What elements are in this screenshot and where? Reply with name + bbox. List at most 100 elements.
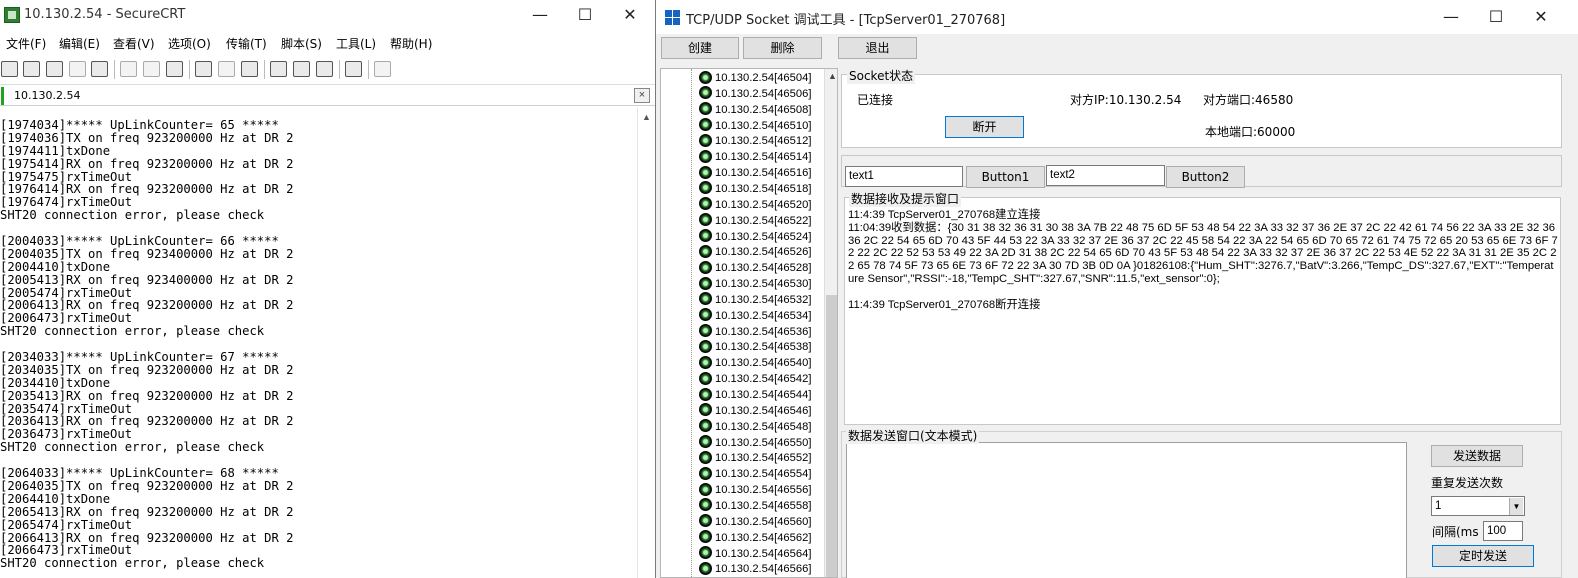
connection-node-icon [699,450,712,464]
disconnect-button[interactable]: 断开 [945,116,1024,138]
tree-connection-item[interactable]: 10.130.2.54[46546] [699,403,811,419]
print-icon[interactable] [241,61,258,77]
tree-connection-item[interactable]: 10.130.2.54[46566] [699,561,811,577]
button2[interactable]: Button2 [1166,166,1245,188]
tree-connection-item[interactable]: 10.130.2.54[46528] [699,260,811,276]
tree-connection-item[interactable]: 10.130.2.54[46508] [699,102,811,118]
terminal-output[interactable]: [1974034]***** UpLinkCounter= 65 ***** [1… [0,108,637,578]
copy-icon[interactable] [120,61,137,77]
tree-connection-item[interactable]: 10.130.2.54[46538] [699,339,811,355]
help-icon[interactable] [345,61,362,77]
menu-view[interactable]: 查看(V) [113,35,155,52]
tree-connection-item[interactable]: 10.130.2.54[46514] [699,149,811,165]
tree-scrollbar[interactable]: ▲ [824,69,837,577]
scrollbar-thumb[interactable] [826,295,837,577]
key-icon[interactable] [316,61,333,77]
tree-connection-item[interactable]: 10.130.2.54[46532] [699,292,811,308]
tree-connection-item[interactable]: 10.130.2.54[46544] [699,387,811,403]
minimize-icon[interactable]: — [529,4,551,26]
menu-file[interactable]: 文件(F) [6,35,46,52]
minimize-icon[interactable]: — [1440,6,1462,28]
tree-connection-item[interactable]: 10.130.2.54[46520] [699,197,811,213]
tree-connection-item[interactable]: 10.130.2.54[46526] [699,244,811,260]
tree-connection-item[interactable]: 10.130.2.54[46562] [699,530,811,546]
print-selection-icon[interactable] [218,61,235,77]
session-tab[interactable]: 10.130.2.54 [1,87,88,105]
receive-window-legend: 数据接收及提示窗口 [849,190,962,207]
connect-tab-icon[interactable] [46,61,63,77]
tree-connection-item[interactable]: 10.130.2.54[46536] [699,324,811,340]
tree-connection-item[interactable]: 10.130.2.54[46522] [699,213,811,229]
terminal-line: [1974411]txDone [0,143,111,158]
quick-connect-icon[interactable] [23,61,40,77]
terminal-scrollbar[interactable]: ▲ [637,108,655,578]
session-options-icon[interactable] [270,61,287,77]
menu-tools[interactable]: 工具(L) [336,35,376,52]
tree-connection-item[interactable]: 10.130.2.54[46516] [699,165,811,181]
chevron-down-icon[interactable]: ▼ [1509,498,1523,515]
menu-transfer[interactable]: 传输(T) [226,35,267,52]
connect-icon[interactable] [1,61,18,77]
global-options-icon[interactable] [293,61,310,77]
tree-connection-item[interactable]: 10.130.2.54[46564] [699,546,811,562]
tree-connection-item[interactable]: 10.130.2.54[46552] [699,450,811,466]
paste-icon[interactable] [143,61,160,77]
tree-connection-item[interactable]: 10.130.2.54[46540] [699,355,811,371]
tree-item-label: 10.130.2.54[46556] [715,484,812,497]
delete-button[interactable]: 删除 [743,37,822,59]
maximize-icon[interactable]: ☐ [1485,6,1507,28]
find-icon[interactable] [166,61,183,77]
tree-connection-item[interactable]: 10.130.2.54[46548] [699,419,811,435]
tree-connection-item[interactable]: 10.130.2.54[46554] [699,466,811,482]
send-data-button[interactable]: 发送数据 [1431,445,1523,467]
text2-input[interactable]: text2 [1046,165,1165,186]
tree-connection-item[interactable]: 10.130.2.54[46504] [699,70,811,86]
tree-connection-item[interactable]: 10.130.2.54[46518] [699,181,811,197]
connection-node-icon [699,102,712,116]
text1-input[interactable]: text1 [845,166,963,187]
repeat-count-select[interactable]: 1 ▼ [1431,496,1525,516]
tab-close-icon[interactable]: × [634,88,650,103]
tree-connection-item[interactable]: 10.130.2.54[46550] [699,435,811,451]
menu-script[interactable]: 脚本(S) [281,35,322,52]
receive-window[interactable]: 11:4:39 TcpServer01_270768建立连接 11:04:39收到… [844,197,1561,425]
tree-connection-item[interactable]: 10.130.2.54[46560] [699,514,811,530]
menu-options[interactable]: 选项(O) [168,35,211,52]
tree-connection-item[interactable]: 10.130.2.54[46506] [699,86,811,102]
tree-connection-item[interactable]: 10.130.2.54[46530] [699,276,811,292]
close-icon[interactable]: ✕ [619,4,641,26]
exit-button[interactable]: 退出 [838,37,917,59]
tree-connection-item[interactable]: 10.130.2.54[46542] [699,371,811,387]
terminal-line: [2034410]txDone [0,375,111,390]
connection-node-icon [699,260,712,274]
socket-tool-app-icon [665,10,680,25]
tree-connection-item[interactable]: 10.130.2.54[46534] [699,308,811,324]
tree-connection-item[interactable]: 10.130.2.54[46512] [699,133,811,149]
connection-tree[interactable]: 10.130.2.54[46504] 10.130.2.54[46506] 10.1… [660,68,838,578]
interval-input[interactable]: 100 [1483,521,1523,541]
disconnect-icon[interactable] [91,61,108,77]
button1[interactable]: Button1 [966,166,1045,188]
tree-connection-item[interactable]: 10.130.2.54[46556] [699,482,811,498]
create-button[interactable]: 创建 [661,37,739,59]
toolbar-overflow-icon[interactable] [374,61,391,77]
menu-edit[interactable]: 编辑(E) [59,35,100,52]
maximize-icon[interactable]: ☐ [574,4,596,26]
menu-help[interactable]: 帮助(H) [390,35,432,52]
send-text-area[interactable] [846,442,1407,578]
close-icon[interactable]: ✕ [1530,6,1552,28]
tree-connection-item[interactable]: 10.130.2.54[46524] [699,229,811,245]
connection-node-icon [699,482,712,496]
connection-node-icon [699,435,712,449]
terminal-line: [2064033]***** UpLinkCounter= 68 ***** [0,466,279,481]
tree-item-label: 10.130.2.54[46562] [715,531,812,544]
reconnect-icon[interactable] [69,61,86,77]
toolbar-separator [368,60,369,79]
timed-send-button[interactable]: 定时发送 [1432,545,1534,567]
print-screen-icon[interactable] [195,61,212,77]
scroll-up-icon[interactable]: ▲ [828,71,837,81]
interval-label: 间隔(ms [1432,525,1479,539]
tree-connection-item[interactable]: 10.130.2.54[46558] [699,498,811,514]
tree-connection-item[interactable]: 10.130.2.54[46510] [699,118,811,134]
scroll-up-icon[interactable]: ▲ [642,112,651,122]
